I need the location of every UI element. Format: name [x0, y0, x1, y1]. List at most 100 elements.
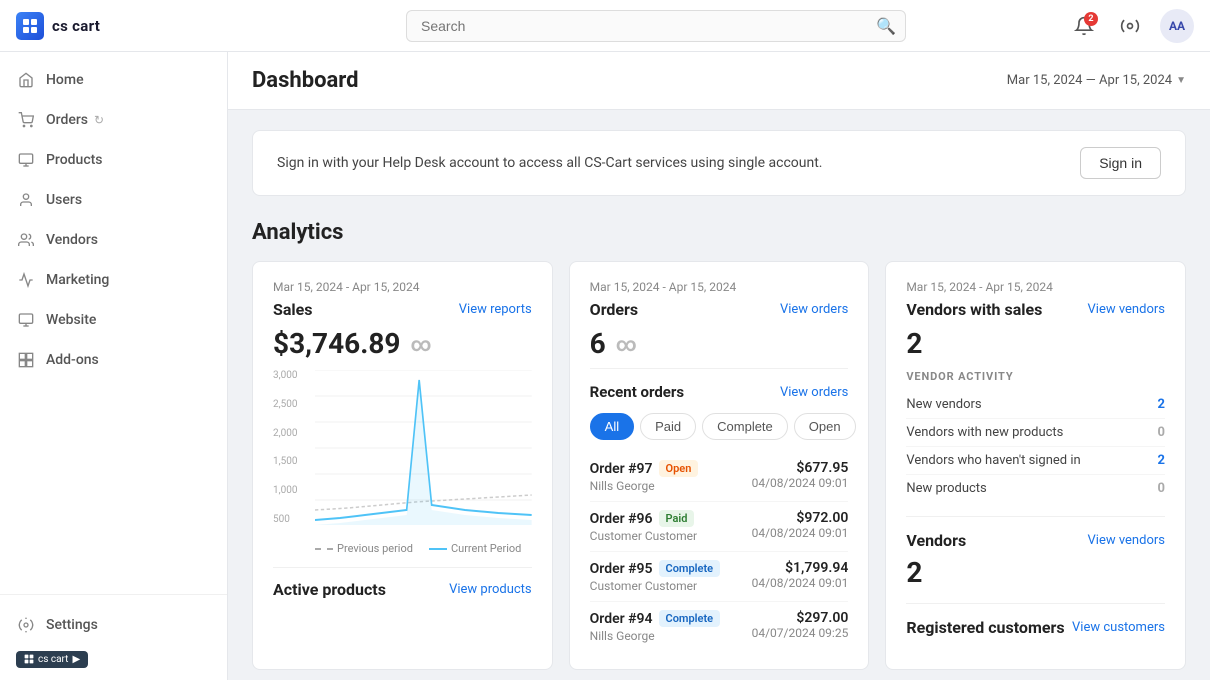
orders-value: 6 ∞	[590, 327, 849, 360]
sidebar-item-label: Vendors	[46, 232, 98, 248]
view-orders-link-recent[interactable]: View orders	[780, 385, 848, 400]
orders-refresh-icon: ↻	[94, 113, 104, 127]
date-range-text: Mar 15, 2024 — Apr 15, 2024	[1007, 73, 1172, 88]
registered-title: Registered customers	[906, 618, 1064, 637]
recent-orders-title: Recent orders	[590, 383, 684, 401]
orders-card: Mar 15, 2024 - Apr 15, 2024 Orders View …	[569, 261, 870, 670]
sidebar-item-home[interactable]: Home	[0, 60, 227, 100]
recent-orders-header: Recent orders View orders	[590, 383, 849, 401]
order-row-94: Order #94 Complete Nills George $297.00 …	[590, 602, 849, 651]
sidebar-item-orders[interactable]: Orders ↻	[0, 100, 227, 140]
active-products-row: Active products View products	[273, 567, 532, 599]
sidebar-bottom: Settings cs cart ▶	[0, 594, 227, 680]
order-94-date: 04/07/2024 09:25	[752, 626, 849, 640]
sales-chart-container: 3,000 2,500 2,000 1,500 1,000 500	[273, 370, 532, 555]
cs-cart-badge: cs cart ▶	[16, 651, 88, 668]
legend-curr: Current Period	[429, 542, 521, 555]
sidebar: Home Orders ↻ Products Users	[0, 52, 228, 680]
sales-value: $3,746.89 ∞	[273, 327, 532, 360]
tab-all[interactable]: All	[590, 413, 634, 440]
chevron-down-icon: ▼	[1176, 75, 1186, 86]
orders-header: Orders View orders	[590, 300, 849, 319]
vendors-products-count: 0	[1158, 425, 1165, 440]
settings-label: Settings	[46, 617, 98, 633]
logo-text: cs cart	[52, 17, 100, 35]
vendors-icon	[16, 230, 36, 250]
topbar-actions: 2 AA	[1068, 9, 1194, 43]
sidebar-item-label: Users	[46, 192, 82, 208]
infinity-icon: ∞	[410, 332, 431, 356]
registered-customers-header: Registered customers View customers	[906, 618, 1165, 637]
view-customers-link[interactable]: View customers	[1072, 620, 1165, 635]
orders-infinity-icon: ∞	[616, 332, 637, 356]
recent-orders-section: Recent orders View orders All Paid Compl…	[590, 368, 849, 651]
settings-item[interactable]: Settings	[16, 607, 211, 643]
search-input[interactable]	[406, 10, 906, 42]
activity-row-new-products: New products 0	[906, 475, 1165, 502]
order-row-97: Order #97 Open Nills George $677.95 04/0…	[590, 452, 849, 502]
logo-area: cs cart	[16, 12, 244, 40]
analytics-grid: Mar 15, 2024 - Apr 15, 2024 Sales View r…	[252, 261, 1186, 670]
signin-button[interactable]: Sign in	[1080, 147, 1161, 179]
sidebar-item-label: Add-ons	[46, 352, 99, 368]
order-96-date: 04/08/2024 09:01	[752, 526, 849, 540]
sidebar-item-website[interactable]: Website	[0, 300, 227, 340]
view-vendors-link-2[interactable]: View vendors	[1088, 533, 1165, 548]
activity-row-vendors-products: Vendors with new products 0	[906, 419, 1165, 447]
bell-icon[interactable]	[1114, 10, 1146, 42]
sidebar-item-label: Home	[46, 72, 84, 88]
view-vendors-link[interactable]: View vendors	[1088, 302, 1165, 317]
sidebar-item-label: Orders	[46, 112, 88, 128]
order-94-badge: Complete	[659, 610, 721, 627]
products-icon	[16, 150, 36, 170]
active-products-title: Active products	[273, 580, 386, 599]
vendors-section: Vendors View vendors 2	[906, 516, 1165, 589]
new-vendors-count: 2	[1158, 397, 1165, 412]
avatar-button[interactable]: AA	[1160, 9, 1194, 43]
orders-period: Mar 15, 2024 - Apr 15, 2024	[590, 280, 849, 294]
order-95-amount: $1,799.94	[752, 560, 849, 576]
dashboard-body: Sign in with your Help Desk account to a…	[228, 110, 1210, 680]
order-96-badge: Paid	[659, 510, 695, 527]
sales-card: Mar 15, 2024 - Apr 15, 2024 Sales View r…	[252, 261, 553, 670]
order-97-date: 04/08/2024 09:01	[752, 476, 849, 490]
sidebar-item-vendors[interactable]: Vendors	[0, 220, 227, 260]
sales-period: Mar 15, 2024 - Apr 15, 2024	[273, 280, 532, 294]
vendors-section-title: Vendors	[906, 531, 966, 550]
view-products-link[interactable]: View products	[449, 582, 532, 597]
orders-icon	[16, 110, 36, 130]
vendor-activity-section: VENDOR ACTIVITY New vendors 2 Vendors wi…	[906, 370, 1165, 502]
order-97-badge: Open	[659, 460, 699, 477]
tab-complete[interactable]: Complete	[702, 413, 788, 440]
cs-cart-badge-icon: ▶	[72, 654, 80, 665]
sidebar-item-addons[interactable]: Add-ons	[0, 340, 227, 380]
vendors-with-sales-value: 2	[906, 327, 1165, 360]
tab-paid[interactable]: Paid	[640, 413, 696, 440]
chart-legend: Previous period Current Period	[315, 542, 532, 555]
page-title: Dashboard	[252, 68, 359, 93]
notifications-icon[interactable]: 2	[1068, 10, 1100, 42]
order-95-num: Order #95	[590, 561, 653, 577]
tab-open[interactable]: Open	[794, 413, 856, 440]
order-94-amount: $297.00	[752, 610, 849, 626]
order-97-num: Order #97	[590, 461, 653, 477]
date-range-selector[interactable]: Mar 15, 2024 — Apr 15, 2024 ▼	[1007, 73, 1186, 88]
signin-banner: Sign in with your Help Desk account to a…	[252, 130, 1186, 196]
website-icon	[16, 310, 36, 330]
order-row-96: Order #96 Paid Customer Customer $972.00…	[590, 502, 849, 552]
sidebar-item-users[interactable]: Users	[0, 180, 227, 220]
sidebar-item-marketing[interactable]: Marketing	[0, 260, 227, 300]
sidebar-item-products[interactable]: Products	[0, 140, 227, 180]
order-95-date: 04/08/2024 09:01	[752, 576, 849, 590]
users-icon	[16, 190, 36, 210]
notification-badge: 2	[1084, 12, 1098, 26]
vendor-activity-title: VENDOR ACTIVITY	[906, 370, 1165, 383]
sidebar-nav: Home Orders ↻ Products Users	[0, 52, 227, 594]
registered-customers-section: Registered customers View customers	[906, 603, 1165, 637]
view-orders-link-top[interactable]: View orders	[780, 302, 848, 317]
activity-row-not-signed: Vendors who haven't signed in 2	[906, 447, 1165, 475]
addons-icon	[16, 350, 36, 370]
search-container: 🔍	[406, 10, 906, 42]
sales-header: Sales View reports	[273, 300, 532, 319]
view-reports-link[interactable]: View reports	[459, 302, 532, 317]
